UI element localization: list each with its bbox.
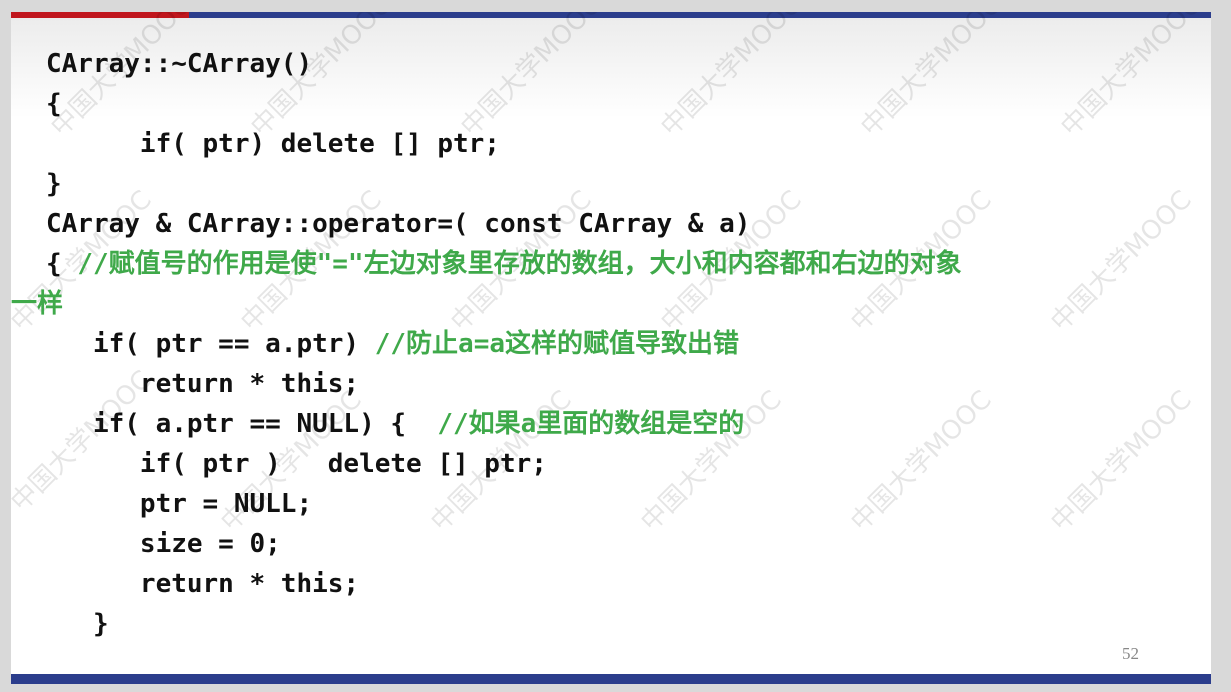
code-line: { bbox=[46, 84, 62, 124]
code-text: return * this; bbox=[46, 569, 360, 599]
slide: 中国大学MOOC 中国大学MOOC 中国大学MOOC 中国大学MOOC 中国大学… bbox=[11, 12, 1211, 684]
code-text: if( a.ptr == NULL) { bbox=[46, 409, 438, 439]
watermark: 中国大学MOOC bbox=[845, 385, 998, 538]
code-text: CArray::~CArray() bbox=[46, 49, 313, 79]
code-text: size = 0; bbox=[46, 529, 281, 559]
page-background: 中国大学MOOC 中国大学MOOC 中国大学MOOC 中国大学MOOC 中国大学… bbox=[0, 0, 1231, 692]
code-text: if( ptr ) delete [] ptr; bbox=[46, 449, 547, 479]
watermark: 中国大学MOOC bbox=[1045, 185, 1198, 338]
code-text: return * this; bbox=[46, 369, 360, 399]
code-line: if( ptr) delete [] ptr; bbox=[46, 124, 500, 164]
code-line: { //赋值号的作用是使"="左边对象里存放的数组，大小和内容都和右边的对象 bbox=[46, 244, 962, 284]
code-comment: //如果a里面的数组是空的 bbox=[437, 409, 745, 439]
top-accent-bar-blue bbox=[189, 12, 1211, 18]
top-accent-bar-red bbox=[11, 12, 189, 18]
code-line: } bbox=[46, 604, 109, 644]
code-text: { bbox=[46, 249, 78, 279]
code-line: if( a.ptr == NULL) { //如果a里面的数组是空的 bbox=[46, 404, 744, 444]
page-number: 52 bbox=[1122, 644, 1139, 663]
bottom-accent-bar bbox=[11, 674, 1211, 684]
code-line: if( ptr == a.ptr) //防止a=a这样的赋值导致出错 bbox=[46, 324, 739, 364]
code-text: ptr = NULL; bbox=[46, 489, 313, 519]
code-line: ptr = NULL; bbox=[46, 484, 312, 524]
code-line: return * this; bbox=[46, 564, 359, 604]
code-comment: //赋值号的作用是使"="左边对象里存放的数组，大小和内容都和右边的对象 bbox=[77, 249, 962, 279]
watermark: 中国大学MOOC bbox=[1045, 385, 1198, 538]
code-text: } bbox=[46, 169, 62, 199]
code-comment: 一样 bbox=[11, 289, 64, 319]
code-line: CArray::~CArray() bbox=[46, 44, 312, 84]
code-line: return * this; bbox=[46, 364, 359, 404]
code-text: { bbox=[46, 89, 62, 119]
code-text: if( ptr == a.ptr) bbox=[46, 329, 375, 359]
code-line: 一样 bbox=[11, 284, 63, 324]
code-line: CArray & CArray::operator=( const CArray… bbox=[46, 204, 750, 244]
code-line: size = 0; bbox=[46, 524, 281, 564]
code-text: CArray & CArray::operator=( const CArray… bbox=[46, 209, 751, 239]
code-line: } bbox=[46, 164, 62, 204]
code-comment: //防止a=a这样的赋值导致出错 bbox=[374, 329, 740, 359]
code-line: if( ptr ) delete [] ptr; bbox=[46, 444, 547, 484]
code-text: if( ptr) delete [] ptr; bbox=[46, 129, 500, 159]
code-text: } bbox=[46, 609, 109, 639]
